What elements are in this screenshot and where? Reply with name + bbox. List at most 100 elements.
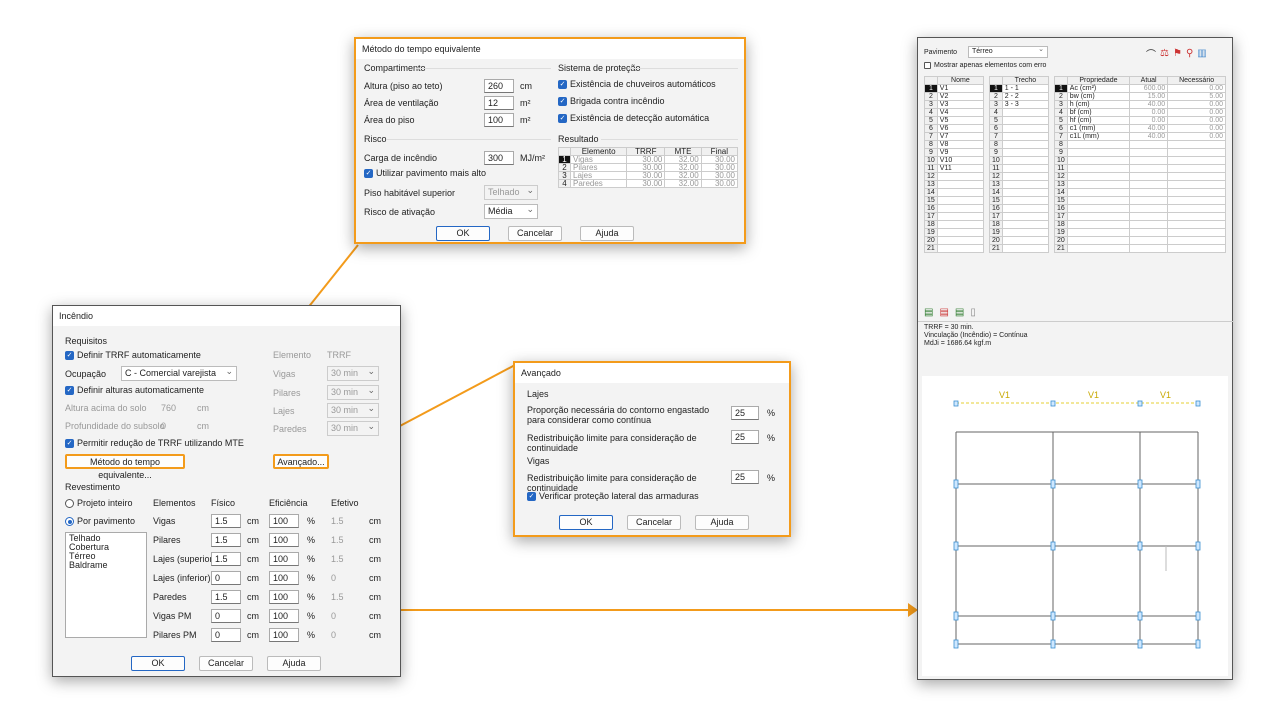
projeto-inteiro-radio[interactable]	[65, 498, 74, 508]
table-row[interactable]: 20	[989, 236, 1050, 245]
table-row[interactable]: 4 V4	[924, 108, 985, 117]
trecho-cell[interactable]	[1001, 204, 1050, 213]
table-row[interactable]: 15	[924, 196, 985, 205]
nome-cell[interactable]	[936, 204, 985, 213]
delete-icon[interactable]: ▤	[939, 307, 948, 318]
table-row[interactable]: 17	[1054, 212, 1226, 221]
table-row[interactable]: 16	[1054, 204, 1226, 213]
doc-icon[interactable]: ▯	[970, 307, 976, 318]
nome-cell[interactable]: V2	[936, 92, 985, 101]
trecho-cell[interactable]	[1001, 196, 1050, 205]
table-row[interactable]: 10 V10	[924, 156, 985, 165]
trecho-cell[interactable]	[1001, 148, 1050, 157]
trecho-cell[interactable]	[1001, 108, 1050, 117]
trecho-cell[interactable]	[1001, 164, 1050, 173]
utilizar-checkbox[interactable]: ✓	[364, 168, 373, 178]
trecho-cell[interactable]	[1001, 156, 1050, 165]
table-row[interactable]: 11	[1054, 164, 1226, 173]
metodo-cancel-button[interactable]: Cancelar	[508, 226, 562, 241]
list-item[interactable]: Baldrame	[69, 561, 143, 570]
table-row[interactable]: 6 V6	[924, 124, 985, 133]
table-row[interactable]: 21	[989, 244, 1050, 253]
trecho-cell[interactable]	[1001, 220, 1050, 229]
rev-eficiencia-input[interactable]: 100	[269, 590, 299, 604]
table-row[interactable]: 5	[989, 116, 1050, 125]
incendio-ok-button[interactable]: OK	[131, 656, 185, 671]
table-row[interactable]: 33 - 3	[989, 100, 1050, 109]
nome-cell[interactable]	[936, 172, 985, 181]
table-row[interactable]: 14	[1054, 188, 1226, 197]
table-row[interactable]: 17	[989, 212, 1050, 221]
ocupacao-select[interactable]: C - Comercial varejista	[121, 365, 237, 381]
altura-input[interactable]: 260	[484, 79, 514, 93]
definir-alturas-checkbox[interactable]: ✓	[65, 385, 74, 395]
rev-fisico-input[interactable]: 0	[211, 571, 241, 585]
rev-fisico-input[interactable]: 0	[211, 628, 241, 642]
table-row[interactable]: 2 V2	[924, 92, 985, 101]
avancado-help-button[interactable]: Ajuda	[695, 515, 749, 530]
table-row[interactable]: 1 Ac (cm²) 600.00 0.00	[1054, 84, 1226, 93]
table-row[interactable]: 8	[1054, 140, 1226, 149]
nome-cell[interactable]: V9	[936, 148, 985, 157]
trecho-cell[interactable]	[1001, 132, 1050, 141]
nome-cell[interactable]: V1	[936, 84, 985, 93]
table-row[interactable]: 18	[924, 220, 985, 229]
table-row[interactable]: 10	[1054, 156, 1226, 165]
table-row[interactable]: 5 hf (cm) 0.00 0.00	[1054, 116, 1226, 125]
table-row[interactable]: 15	[989, 196, 1050, 205]
trecho-cell[interactable]	[1001, 180, 1050, 189]
nome-cell[interactable]: V10	[936, 156, 985, 165]
rev-eficiencia-input[interactable]: 100	[269, 628, 299, 642]
trecho-cell[interactable]	[1001, 236, 1050, 245]
nome-cell[interactable]	[936, 196, 985, 205]
table-row[interactable]: 10	[989, 156, 1050, 165]
trecho-cell[interactable]	[1001, 116, 1050, 125]
pavimentos-list[interactable]: Telhado Cobertura Térreo Baldrame	[65, 532, 147, 638]
risco-at-select[interactable]: Média	[484, 203, 538, 219]
prop-input[interactable]: 25	[731, 406, 759, 420]
table-row[interactable]: 5 V5	[924, 116, 985, 125]
table-row[interactable]: 6 c1 (mm) 40.00 0.00	[1054, 124, 1226, 133]
table-row[interactable]: 13	[1054, 180, 1226, 189]
rev-fisico-input[interactable]: 1.5	[211, 590, 241, 604]
permitir-checkbox[interactable]: ✓	[65, 438, 74, 448]
pavimento-select[interactable]: Térreo	[968, 45, 1048, 58]
metodo-ok-button[interactable]: OK	[436, 226, 490, 241]
table-row[interactable]: 11	[989, 164, 1050, 173]
definir-trrf-checkbox[interactable]: ✓	[65, 350, 74, 360]
table-row[interactable]: 4 bf (cm) 0.00 0.00	[1054, 108, 1226, 117]
trecho-cell[interactable]: 3 - 3	[1001, 100, 1050, 109]
table-row[interactable]: 13	[924, 180, 985, 189]
brigada-checkbox[interactable]: ✓	[558, 96, 567, 106]
table-row[interactable]: 14	[924, 188, 985, 197]
table-row[interactable]: 4	[989, 108, 1050, 117]
incendio-cancel-button[interactable]: Cancelar	[199, 656, 253, 671]
verificar-checkbox[interactable]: ✓	[527, 491, 536, 501]
trecho-cell[interactable]	[1001, 188, 1050, 197]
mostrar-checkbox[interactable]	[924, 62, 931, 69]
rev-eficiencia-input[interactable]: 100	[269, 609, 299, 623]
trrf-vigas-select[interactable]: 30 min	[327, 365, 379, 381]
table-row[interactable]: 7	[989, 132, 1050, 141]
area-piso-input[interactable]: 100	[484, 113, 514, 127]
table-row[interactable]: 12	[924, 172, 985, 181]
table-row[interactable]: 17	[924, 212, 985, 221]
table-row[interactable]: 7 V7	[924, 132, 985, 141]
trecho-cell[interactable]	[1001, 244, 1050, 253]
nome-cell[interactable]: V11	[936, 164, 985, 173]
table-row[interactable]: 11 V11	[924, 164, 985, 173]
table-row[interactable]: 9	[989, 148, 1050, 157]
rev-eficiencia-input[interactable]: 100	[269, 571, 299, 585]
rev-eficiencia-input[interactable]: 100	[269, 552, 299, 566]
table-row[interactable]: 1 V1	[924, 84, 985, 93]
trecho-cell[interactable]	[1001, 140, 1050, 149]
table-row[interactable]: 16	[924, 204, 985, 213]
trrf-pilares-select[interactable]: 30 min	[327, 384, 379, 400]
nome-cell[interactable]	[936, 228, 985, 237]
table-row[interactable]: 2 bw (cm) 15.00 5.00	[1054, 92, 1226, 101]
redist-input[interactable]: 25	[731, 430, 759, 444]
table-row[interactable]: 9 V9	[924, 148, 985, 157]
table-row[interactable]: 3h (cm) 40.00 0.00	[1054, 100, 1226, 109]
rev-fisico-input[interactable]: 1.5	[211, 533, 241, 547]
deteccao-checkbox[interactable]: ✓	[558, 113, 567, 123]
